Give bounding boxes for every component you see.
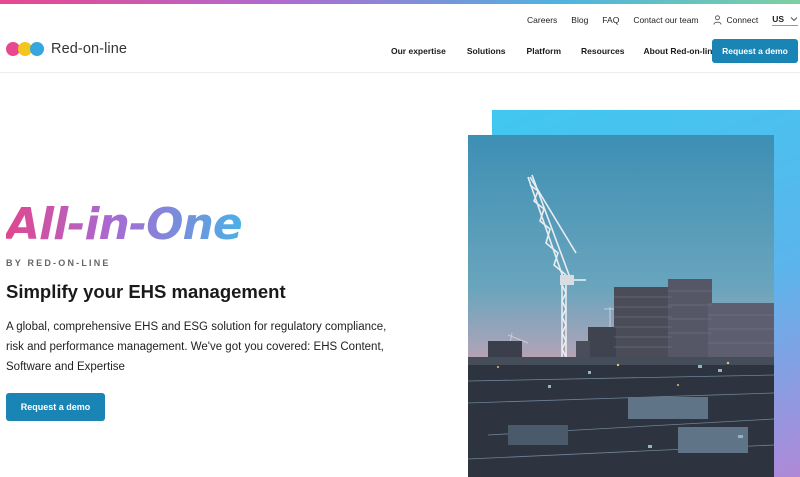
language-selector[interactable]: US — [772, 14, 798, 26]
nav-request-demo-button[interactable]: Request a demo — [712, 39, 798, 63]
hero-image-construction-site — [468, 135, 774, 477]
hero-byline: BY RED-ON-LINE — [6, 258, 111, 268]
language-label: US — [772, 14, 784, 24]
top-gradient-bar — [0, 0, 800, 4]
brand-logo[interactable]: Red-on-line — [6, 41, 127, 57]
main-nav: Our expertise Solutions Platform Resourc… — [391, 46, 717, 56]
logo-mark — [6, 42, 44, 56]
chevron-down-icon — [790, 17, 798, 22]
hero-subtitle: Simplify your EHS management — [6, 281, 286, 302]
logo-dot-blue — [30, 42, 44, 56]
utility-link-contact[interactable]: Contact our team — [633, 15, 698, 25]
person-icon — [712, 15, 722, 25]
nav-item-resources[interactable]: Resources — [581, 46, 624, 56]
utility-nav: Careers Blog FAQ Contact our team Connec… — [527, 13, 800, 27]
logo-wordmark: Red-on-line — [51, 41, 128, 57]
utility-link-careers[interactable]: Careers — [527, 15, 557, 25]
nav-item-platform[interactable]: Platform — [527, 46, 561, 56]
connect-link[interactable]: Connect — [712, 15, 759, 25]
nav-item-solutions[interactable]: Solutions — [467, 46, 506, 56]
connect-label: Connect — [726, 15, 759, 25]
utility-link-faq[interactable]: FAQ — [602, 15, 619, 25]
nav-item-our-expertise[interactable]: Our expertise — [391, 46, 446, 56]
hero-description: A global, comprehensive EHS and ESG solu… — [6, 321, 387, 373]
header-divider — [0, 72, 800, 73]
utility-link-blog[interactable]: Blog — [571, 15, 588, 25]
hero-request-demo-button[interactable]: Request a demo — [6, 393, 105, 421]
hero-title: All-in-One — [6, 199, 243, 250]
nav-item-about[interactable]: About Red-on-line — [644, 46, 718, 56]
